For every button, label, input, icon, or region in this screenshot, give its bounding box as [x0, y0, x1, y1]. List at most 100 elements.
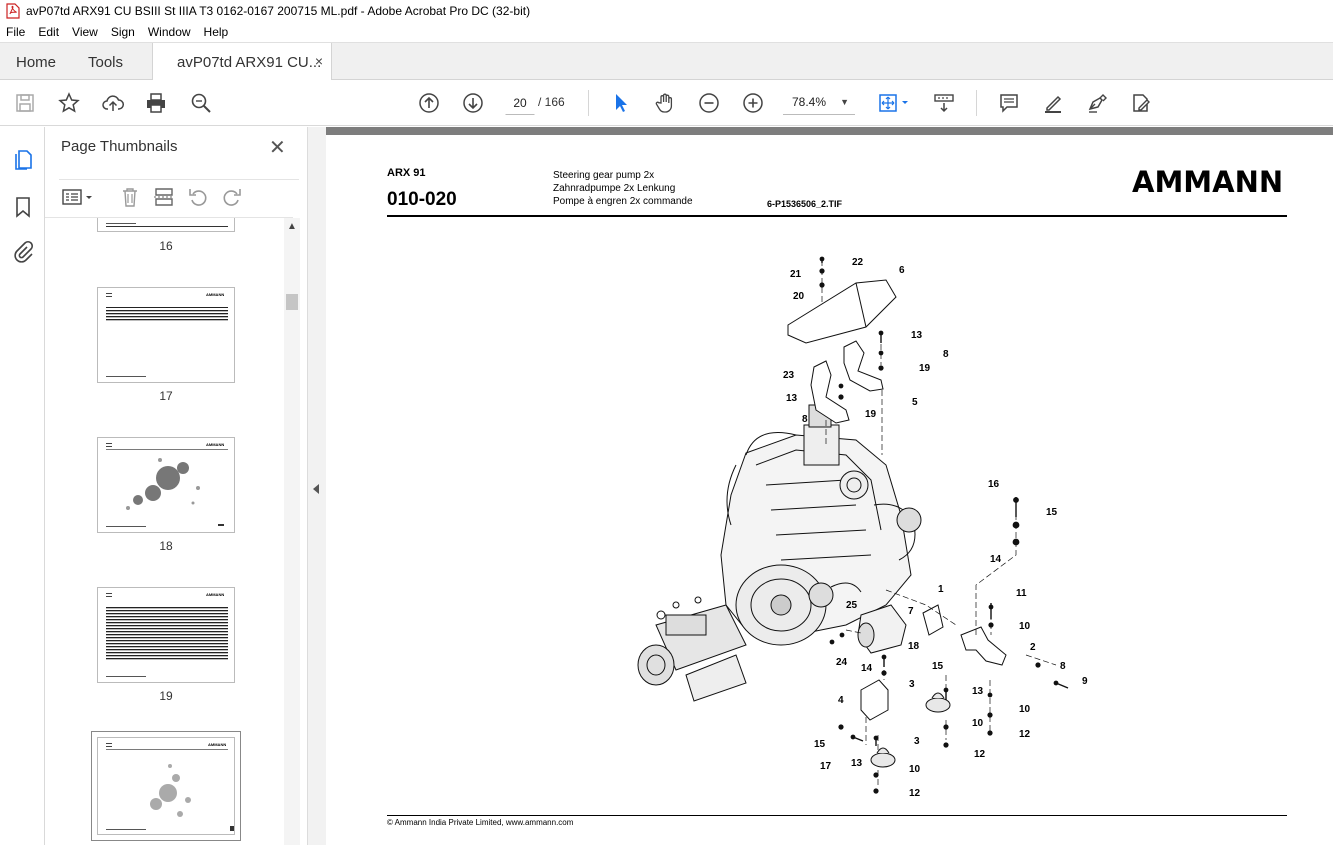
- callout-19: 19: [919, 363, 931, 374]
- document-viewport[interactable]: ARX 91 010-020 Steering gear pump 2x Zah…: [326, 127, 1333, 845]
- exploded-view-drawing: 2221206138192313 58 191615141 117251018 2241…: [637, 256, 1088, 799]
- menu-edit[interactable]: Edit: [38, 25, 59, 39]
- thumbnail-label: 18: [159, 539, 173, 553]
- callout-13: 13: [911, 330, 923, 341]
- callout-17: 17: [820, 761, 832, 772]
- callout-13: 13: [972, 686, 984, 697]
- panel-close-icon[interactable]: ✕: [269, 135, 286, 160]
- upload-cloud-icon[interactable]: [101, 91, 125, 115]
- callout-15: 15: [814, 739, 826, 750]
- thumbnail-label: 17: [159, 389, 173, 403]
- thumbnail-list: 16 AMMANN 17 AMMANN 18 AMMANN 19 AMMANN: [45, 217, 293, 845]
- callout-5: 5: [912, 397, 918, 408]
- delete-page-icon[interactable]: [119, 186, 141, 208]
- callout-10: 10: [972, 718, 984, 729]
- callout-15: 15: [1046, 507, 1058, 518]
- callout-21: 21: [790, 269, 802, 280]
- menu-view[interactable]: View: [72, 25, 98, 39]
- thumbnail-page-16[interactable]: [97, 218, 235, 232]
- fit-page-icon[interactable]: [876, 91, 912, 115]
- rotate-counterclockwise-icon[interactable]: [187, 186, 209, 208]
- callout-10: 10: [1019, 704, 1031, 715]
- callout-16: 16: [988, 479, 1000, 490]
- left-rail: [0, 127, 45, 845]
- title-bar: avP07td ARX91 CU BSIII St IIIA T3 0162-0…: [0, 0, 1333, 22]
- toolbar: [0, 80, 1333, 126]
- zoom-level-select[interactable]: 78.4% ▼: [783, 91, 855, 115]
- callout-7: 7: [908, 606, 914, 617]
- callout-18: 18: [908, 641, 920, 652]
- callout-10: 10: [909, 764, 921, 775]
- callout-3: 3: [909, 679, 915, 690]
- callout-2: 2: [1030, 642, 1036, 653]
- panel-splitter[interactable]: [307, 127, 326, 845]
- previous-page-icon[interactable]: [417, 91, 441, 115]
- bracket-2-part: [960, 626, 1007, 666]
- next-page-icon[interactable]: [461, 91, 485, 115]
- callout-23: 23: [783, 370, 795, 381]
- callout-8: 8: [802, 414, 808, 425]
- highlight-pen-icon[interactable]: [1041, 91, 1065, 115]
- save-icon[interactable]: [13, 91, 37, 115]
- attachment-paperclip-icon[interactable]: [11, 240, 35, 264]
- scroll-mode-icon[interactable]: [932, 91, 956, 115]
- tab-home[interactable]: Home: [16, 43, 56, 81]
- callout-12: 12: [974, 749, 986, 760]
- callout-12: 12: [1019, 729, 1031, 740]
- rotate-clockwise-icon[interactable]: [221, 186, 243, 208]
- sign-pen-icon[interactable]: [1085, 91, 1109, 115]
- thumbnails-panel: Page Thumbnails ✕ 16 AMMANN 17 AMMANN 18…: [45, 127, 307, 845]
- page-total-label: / 166: [538, 95, 565, 109]
- thumbnail-page-17[interactable]: AMMANN: [97, 287, 235, 383]
- zoom-in-icon[interactable]: [741, 91, 765, 115]
- page-thumbnails-icon[interactable]: [11, 148, 35, 172]
- print-icon[interactable]: [144, 91, 168, 115]
- zoom-level-value: 78.4%: [792, 95, 827, 109]
- thumbnail-page-19[interactable]: AMMANN: [97, 587, 235, 683]
- callout-13: 13: [851, 758, 863, 769]
- edit-pdf-icon[interactable]: [1129, 91, 1153, 115]
- scrollbar-thumb[interactable]: [286, 294, 298, 310]
- tab-tools[interactable]: Tools: [88, 43, 123, 81]
- pdf-page: ARX 91 010-020 Steering gear pump 2x Zah…: [326, 135, 1333, 845]
- menu-help[interactable]: Help: [204, 25, 229, 39]
- select-cursor-icon[interactable]: [609, 91, 633, 115]
- callout-24: 24: [836, 657, 848, 668]
- page-number-input[interactable]: 20: [505, 91, 535, 115]
- star-icon[interactable]: [57, 91, 81, 115]
- svg-text:AMMANN: AMMANN: [206, 442, 224, 447]
- thumbnail-label: 19: [159, 689, 173, 703]
- toolbar-divider: [976, 90, 977, 116]
- collapse-panel-icon[interactable]: [313, 484, 319, 494]
- callout-22: 22: [852, 257, 864, 268]
- callout-10: 10: [1019, 621, 1031, 632]
- page-footer: © Ammann India Private Limited, www.amma…: [387, 818, 574, 827]
- thumbnail-scrollbar[interactable]: ▲: [284, 218, 300, 845]
- callout-3: 3: [914, 736, 920, 747]
- footer-rule: [387, 815, 1287, 816]
- comment-icon[interactable]: [997, 91, 1021, 115]
- tab-close-icon[interactable]: ×: [315, 53, 323, 69]
- svg-text:AMMANN: AMMANN: [206, 292, 224, 297]
- callout-8: 8: [943, 349, 949, 360]
- thumbnail-label: 16: [159, 239, 173, 253]
- thumbnail-options-icon[interactable]: [61, 186, 97, 208]
- zoom-search-icon[interactable]: [189, 91, 213, 115]
- scroll-up-icon[interactable]: ▲: [287, 221, 297, 232]
- hand-tool-icon[interactable]: [653, 91, 677, 115]
- tab-document[interactable]: avP07td ARX91 CU... ×: [152, 43, 332, 81]
- bookmark-icon[interactable]: [11, 195, 35, 219]
- thumbnail-page-20-selected[interactable]: AMMANN: [91, 731, 241, 841]
- zoom-out-icon[interactable]: [697, 91, 721, 115]
- extract-pages-icon[interactable]: [153, 186, 175, 208]
- thumbnail-page-18[interactable]: AMMANN: [97, 437, 235, 533]
- callout-12: 12: [909, 788, 921, 799]
- callout-25: 25: [846, 600, 858, 611]
- callout-8: 8: [1060, 661, 1066, 672]
- menu-sign[interactable]: Sign: [111, 25, 135, 39]
- tab-bar: Home Tools avP07td ARX91 CU... ×: [0, 42, 1333, 81]
- chevron-down-icon[interactable]: ▼: [840, 91, 849, 113]
- menu-window[interactable]: Window: [148, 25, 191, 39]
- callout-9: 9: [1082, 676, 1088, 687]
- menu-file[interactable]: File: [6, 25, 25, 39]
